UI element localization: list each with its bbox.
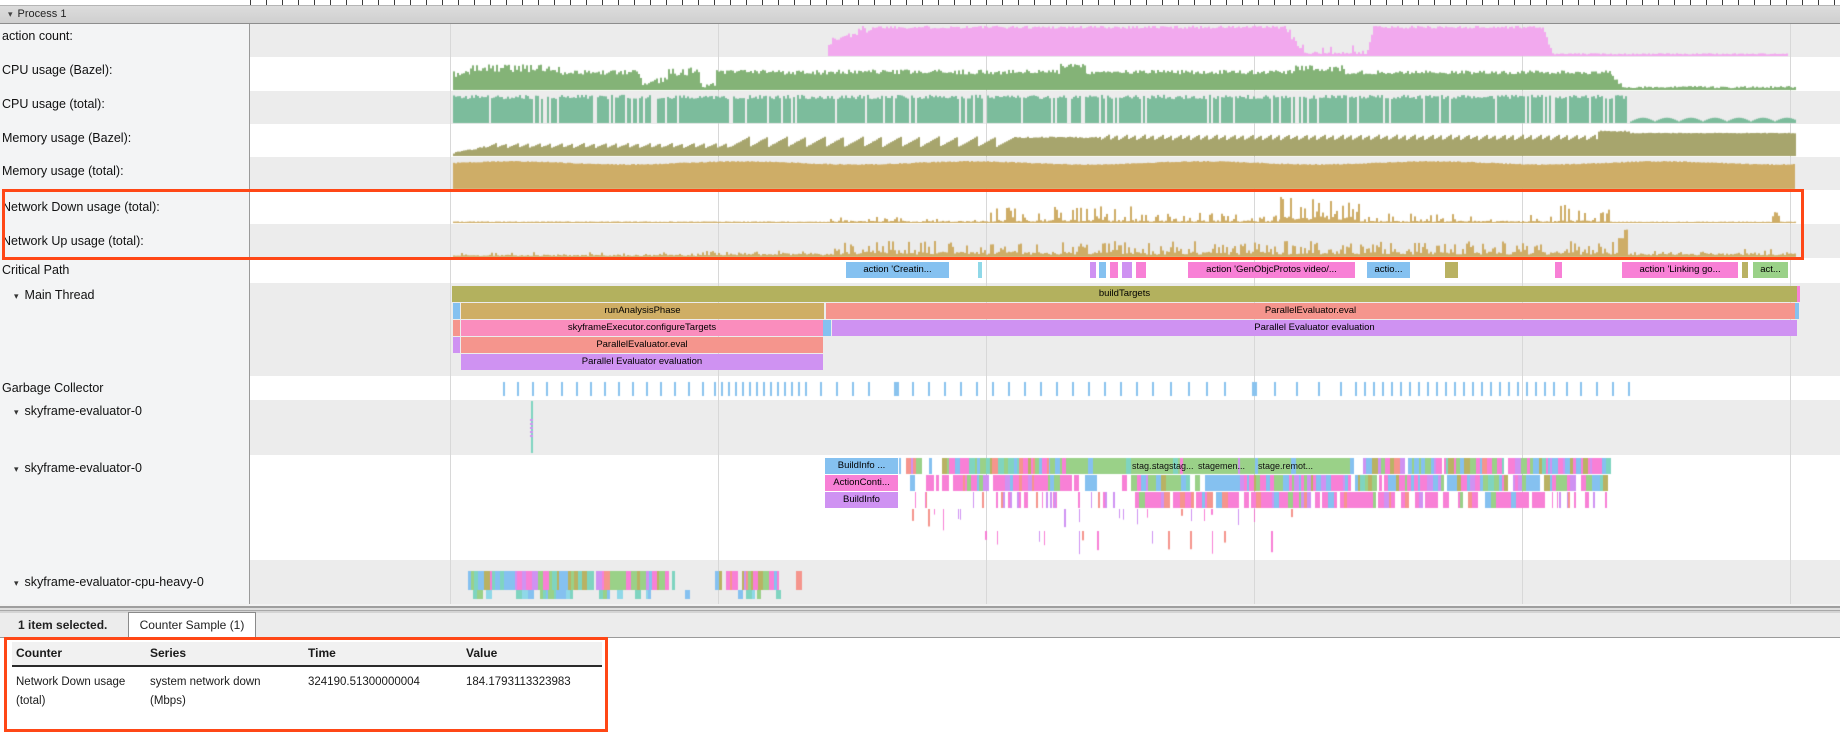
main-thread-slice[interactable] xyxy=(453,337,460,353)
track-label-text: Memory usage (Bazel): xyxy=(2,131,131,145)
main-thread-slice[interactable] xyxy=(453,320,460,336)
sidebar-track-label-12[interactable]: ▾ skyframe-evaluator-cpu-heavy-0 xyxy=(14,574,204,590)
main-thread-slice[interactable]: buildTargets xyxy=(452,286,1797,302)
sidebar-track-label-3: Memory usage (Bazel): xyxy=(2,130,131,146)
sidebar-track-label-9: Garbage Collector xyxy=(2,380,103,396)
tab-counter-sample[interactable]: Counter Sample (1) xyxy=(128,612,256,639)
critical-path-slice[interactable] xyxy=(1742,262,1748,278)
track-label-text: action count: xyxy=(2,29,73,43)
critical-path-slice[interactable]: action 'Linking go... xyxy=(1622,262,1738,278)
main-thread-slice[interactable]: Parallel Evaluator evaluation xyxy=(832,320,1797,336)
critical-path-slice[interactable]: act... xyxy=(1753,262,1788,278)
sidebar-track-label-5: Network Down usage (total): xyxy=(2,199,160,215)
track-label-text: Critical Path xyxy=(2,263,69,277)
sidebar-track-label-1: CPU usage (Bazel): xyxy=(2,62,112,78)
track-label-text: skyframe-evaluator-cpu-heavy-0 xyxy=(25,575,204,589)
critical-path-slice[interactable]: action 'GenObjcProtos video/... xyxy=(1188,262,1355,278)
table-header-counter[interactable]: Counter xyxy=(12,642,146,667)
slice-label: action 'Creatin... xyxy=(863,264,931,275)
thread-slice[interactable]: ActionConti... xyxy=(825,475,898,491)
track-label-text: skyframe-evaluator-0 xyxy=(25,461,142,475)
table-header-series[interactable]: Series xyxy=(146,642,304,667)
counter-sample-table[interactable]: CounterSeriesTimeValue Network Down usage… xyxy=(12,642,602,715)
collapse-arrow-icon[interactable]: ▾ xyxy=(8,6,13,23)
sidebar-track-label-8[interactable]: ▾ Main Thread xyxy=(14,287,94,303)
track-label-text: Network Down usage (total): xyxy=(2,200,160,214)
sidebar-track-label-10[interactable]: ▾ skyframe-evaluator-0 xyxy=(14,403,142,419)
slice-label: skyframeExecutor.configureTargets xyxy=(568,322,716,333)
bottom-tab-strip xyxy=(0,613,1840,638)
slice-label: stage.remot... xyxy=(1258,458,1313,474)
collapse-arrow-icon[interactable]: ▾ xyxy=(14,291,19,301)
track-label-text: Garbage Collector xyxy=(2,381,103,395)
collapse-arrow-icon[interactable]: ▾ xyxy=(14,464,19,474)
table-cell[interactable]: Network Down usage (total) xyxy=(12,667,146,715)
main-thread-slice[interactable] xyxy=(1795,303,1799,319)
process-header[interactable]: ▾ Process 1 xyxy=(0,5,1840,24)
collapse-arrow-icon[interactable]: ▾ xyxy=(14,407,19,417)
critical-path-slice[interactable] xyxy=(978,262,982,278)
sidebar-track-label-6: Network Up usage (total): xyxy=(2,233,144,249)
slice-label: BuildInfo ... xyxy=(838,460,886,471)
slice-label: action 'Linking go... xyxy=(1639,264,1720,275)
critical-path-slice[interactable] xyxy=(1099,262,1106,278)
track-label-text: Memory usage (total): xyxy=(2,164,124,178)
critical-path-slice[interactable] xyxy=(1090,262,1096,278)
main-thread-slice[interactable]: skyframeExecutor.configureTargets xyxy=(461,320,823,336)
critical-path-slice[interactable] xyxy=(1136,262,1146,278)
thread-slice[interactable]: BuildInfo xyxy=(825,492,898,508)
main-thread-slice[interactable]: Parallel Evaluator evaluation xyxy=(461,354,823,370)
collapse-arrow-icon[interactable]: ▾ xyxy=(14,578,19,588)
track-label-text: Main Thread xyxy=(25,288,95,302)
sidebar-track-label-0: action count: xyxy=(2,28,73,44)
track-label-text: CPU usage (total): xyxy=(2,97,105,111)
slice-label: runAnalysisPhase xyxy=(604,305,680,316)
critical-path-slice[interactable] xyxy=(1122,262,1132,278)
table-header-value[interactable]: Value xyxy=(462,642,602,667)
sidebar-track-label-11[interactable]: ▾ skyframe-evaluator-0 xyxy=(14,460,142,476)
sidebar-track-label-2: CPU usage (total): xyxy=(2,96,105,112)
process-title: Process 1 xyxy=(18,8,67,20)
slice-label: ParallelEvaluator.eval xyxy=(1265,305,1356,316)
slice-label: ParallelEvaluator.eval xyxy=(596,339,687,350)
critical-path-slice[interactable] xyxy=(1445,262,1458,278)
selection-status: 1 item selected. xyxy=(18,613,107,638)
slice-label: ActionConti... xyxy=(833,477,890,488)
slice-label: stagemen... xyxy=(1198,458,1245,474)
main-thread-slice[interactable]: runAnalysisPhase xyxy=(461,303,824,319)
critical-path-slice[interactable]: actio... xyxy=(1367,262,1410,278)
table-header-time[interactable]: Time xyxy=(304,642,462,667)
slice-label: Parallel Evaluator evaluation xyxy=(1254,322,1374,333)
critical-path-slice[interactable] xyxy=(1555,262,1562,278)
critical-path-slice[interactable] xyxy=(1110,262,1118,278)
main-thread-slice[interactable]: ParallelEvaluator.eval xyxy=(826,303,1795,319)
main-thread-slice[interactable] xyxy=(823,320,831,336)
slice-label: Parallel Evaluator evaluation xyxy=(582,356,702,367)
main-thread-slice[interactable] xyxy=(1797,286,1800,302)
track-label-text: CPU usage (Bazel): xyxy=(2,63,112,77)
track-label-text: Network Up usage (total): xyxy=(2,234,144,248)
slice-label: act... xyxy=(1760,264,1781,275)
trace-viewer: ▾ Process 1 action count: CPU usage (Bazel… xyxy=(0,0,1840,742)
critical-path-slice[interactable]: action 'Creatin... xyxy=(846,262,949,278)
main-thread-slice[interactable]: ParallelEvaluator.eval xyxy=(461,337,823,353)
thread-slice[interactable]: BuildInfo ... xyxy=(825,458,898,474)
panel-splitter[interactable] xyxy=(0,604,1840,613)
table-cell[interactable]: system network down (Mbps) xyxy=(146,667,304,715)
table-cell[interactable]: 324190.51300000004 xyxy=(304,667,462,715)
table-cell[interactable]: 184.1793113323983 xyxy=(462,667,602,715)
main-thread-slice[interactable] xyxy=(453,303,460,319)
slice-label: action 'GenObjcProtos video/... xyxy=(1206,264,1337,275)
slice-label: buildTargets xyxy=(1099,288,1150,299)
sidebar-track-label-4: Memory usage (total): xyxy=(2,163,124,179)
slice-label: stagstag... xyxy=(1152,458,1194,474)
track-label-text: skyframe-evaluator-0 xyxy=(25,404,142,418)
slice-label: BuildInfo xyxy=(843,494,880,505)
slice-label: actio... xyxy=(1375,264,1403,275)
sidebar-track-label-7: Critical Path xyxy=(2,262,69,278)
